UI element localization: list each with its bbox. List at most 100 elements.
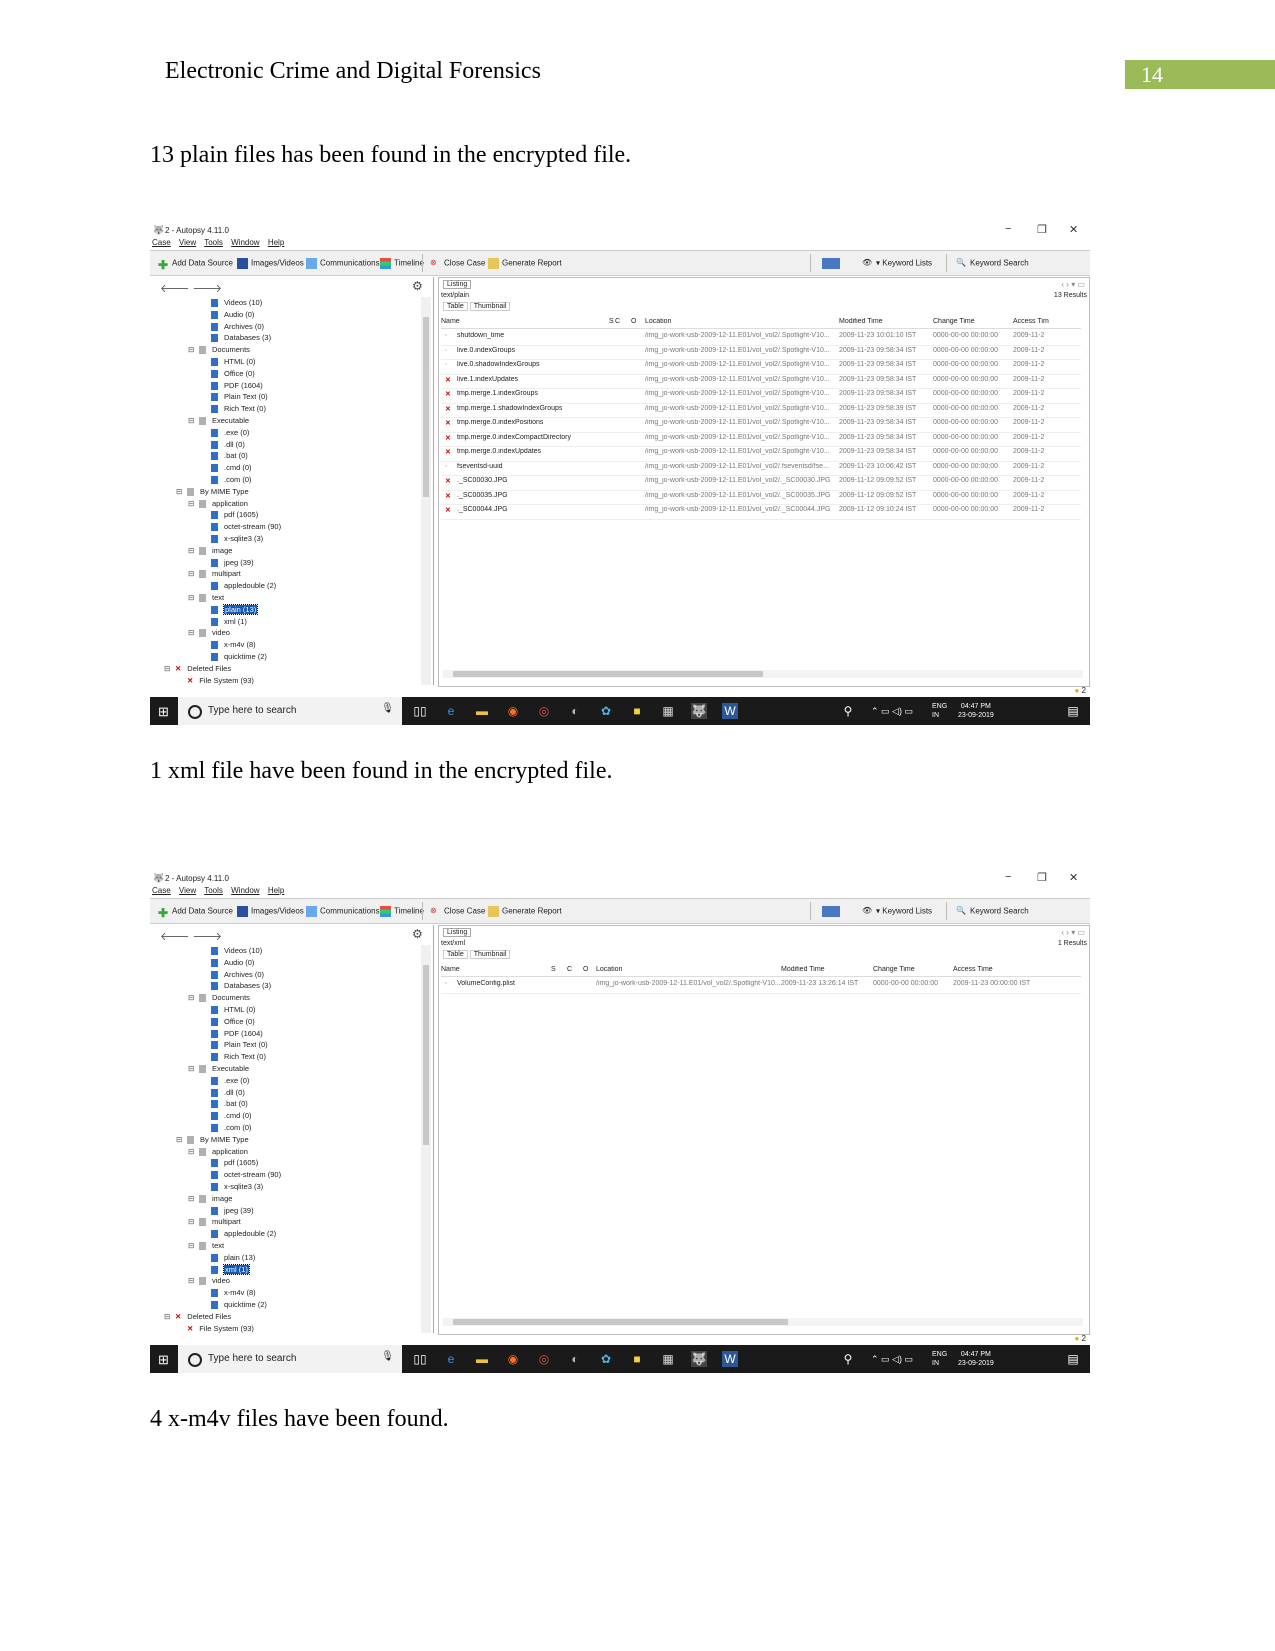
- column-header[interactable]: Name: [441, 318, 460, 325]
- panel-controls-icon[interactable]: ‹ › ▾ ▭: [1061, 928, 1085, 937]
- keyword-lists-button[interactable]: 👁 ▾ Keyword Lists: [862, 258, 932, 269]
- firefox-icon[interactable]: ◉: [505, 703, 521, 719]
- word-icon[interactable]: W: [722, 703, 738, 719]
- tree-node[interactable]: pdf (1605): [200, 509, 258, 521]
- tree-node[interactable]: ⊟ multipart: [188, 1216, 241, 1228]
- system-tray-icons[interactable]: ⌃ ▭ ◁) ▭: [868, 703, 916, 719]
- tree-node[interactable]: plain (13): [200, 603, 259, 616]
- column-header[interactable]: Location: [596, 966, 622, 973]
- tree-node[interactable]: Archives (0): [200, 969, 264, 981]
- close-icon[interactable]: ✕: [1069, 871, 1078, 884]
- keyword-search-button[interactable]: 🔍 Keyword Search: [956, 906, 1029, 917]
- tree-node[interactable]: ⊟ multipart: [188, 568, 241, 580]
- table-row[interactable]: ▫ live.0.indexGroups/img_jo-work-usb-2009…: [441, 345, 1081, 360]
- tree-scrollbar-thumb[interactable]: [423, 317, 429, 497]
- table-row[interactable]: ▫ fseventsd-uuid/img_jo-work-usb-2009-12-…: [441, 461, 1081, 476]
- back-forward-icons[interactable]: 🡐 🡒: [160, 281, 222, 295]
- menu-help[interactable]: Help: [268, 886, 284, 895]
- tree-scrollbar-thumb[interactable]: [423, 965, 429, 1145]
- collapse-icon[interactable]: ⊟: [188, 1146, 196, 1158]
- keyword-search-button[interactable]: 🔍 Keyword Search: [956, 258, 1029, 269]
- column-header[interactable]: Change Time: [873, 966, 915, 973]
- action-center-icon[interactable]: ▤: [1065, 703, 1081, 719]
- collapse-icon[interactable]: ⊟: [188, 1063, 196, 1075]
- table-row[interactable]: ✕ live.1.indexUpdates/img_jo-work-usb-200…: [441, 374, 1081, 389]
- tree-node[interactable]: Rich Text (0): [200, 403, 266, 415]
- microphone-icon[interactable]: 🎙: [381, 703, 394, 714]
- edge-icon[interactable]: e: [443, 1351, 459, 1367]
- timeline-button[interactable]: Timeline: [380, 906, 424, 917]
- column-header[interactable]: Access Time: [953, 966, 993, 973]
- word-icon[interactable]: W: [722, 1351, 738, 1367]
- collapse-icon[interactable]: ⊟: [176, 486, 184, 498]
- table-row[interactable]: ✕ tmp.merge.0.indexUpdates/img_jo-work-us…: [441, 446, 1081, 462]
- tree-node[interactable]: .cmd (0): [200, 1110, 252, 1122]
- table-row[interactable]: ✕ tmp.merge.0.indexCompactDirectory/img_j…: [441, 432, 1081, 447]
- tree-node[interactable]: PDF (1604): [200, 380, 263, 392]
- tree-node[interactable]: quicktime (2): [200, 651, 267, 663]
- tree-node[interactable]: Rich Text (0): [200, 1051, 266, 1063]
- chrome-icon[interactable]: ◎: [536, 703, 552, 719]
- add-data-source-button[interactable]: ✚ Add Data Source: [158, 906, 233, 920]
- column-header[interactable]: C: [567, 966, 572, 973]
- collapse-icon[interactable]: ⊟: [188, 1193, 196, 1205]
- close-case-button[interactable]: ⊗ Close Case: [430, 906, 485, 917]
- table-row[interactable]: ✕ ._SC00044.JPG/img_jo-work-usb-2009-12-1…: [441, 504, 1081, 520]
- tree-node[interactable]: Databases (3): [200, 332, 271, 344]
- tree-node[interactable]: plain (13): [200, 1252, 255, 1264]
- column-header[interactable]: Name: [441, 966, 460, 973]
- tab-listing[interactable]: Listing: [443, 928, 472, 937]
- calculator-icon[interactable]: ▦: [660, 703, 676, 719]
- column-header[interactable]: Modified Time: [781, 966, 825, 973]
- mail-icon[interactable]: [822, 258, 843, 269]
- tree-node[interactable]: ⊟ image: [188, 545, 232, 557]
- menu-window[interactable]: Window: [231, 238, 259, 247]
- tree-node[interactable]: .dll (0): [200, 439, 245, 451]
- tree-node[interactable]: Audio (0): [200, 957, 254, 969]
- system-tray-icons[interactable]: ⌃ ▭ ◁) ▭: [868, 1351, 916, 1367]
- table-row[interactable]: ✕ ._SC00035.JPG/img_jo-work-usb-2009-12-1…: [441, 490, 1081, 505]
- menu-case[interactable]: Case: [152, 238, 171, 247]
- autopsy-taskbar-icon[interactable]: 🐺: [691, 703, 707, 719]
- menu-view[interactable]: View: [179, 886, 196, 895]
- column-header[interactable]: C: [615, 318, 620, 325]
- close-case-button[interactable]: ⊗ Close Case: [430, 258, 485, 269]
- tree-node[interactable]: ⊟ application: [188, 1146, 248, 1158]
- table-hscrollbar[interactable]: [443, 1318, 1083, 1326]
- tab-thumbnail[interactable]: Thumbnail: [469, 950, 511, 959]
- tree-node[interactable]: jpeg (39): [200, 1205, 254, 1217]
- tab-table[interactable]: Table: [443, 302, 468, 311]
- tree-node[interactable]: Plain Text (0): [200, 391, 268, 403]
- tree-node[interactable]: jpeg (39): [200, 557, 254, 569]
- hscrollbar-thumb[interactable]: [453, 671, 763, 677]
- collapse-icon[interactable]: ⊟: [188, 1240, 196, 1252]
- tree-node[interactable]: ⊟ application: [188, 498, 248, 510]
- collapse-icon[interactable]: ⊟: [188, 1216, 196, 1228]
- collapse-icon[interactable]: ⊟: [188, 592, 196, 604]
- images-videos-button[interactable]: Images/Videos: [237, 906, 304, 917]
- tree-node[interactable]: Videos (10): [200, 297, 262, 309]
- column-header[interactable]: Location: [645, 318, 671, 325]
- hscrollbar-thumb[interactable]: [453, 1319, 788, 1325]
- sticky-notes-icon[interactable]: ■: [629, 1351, 645, 1367]
- tree-node[interactable]: ⊟ ✕ Deleted Files: [164, 663, 231, 675]
- tree-node[interactable]: Audio (0): [200, 309, 254, 321]
- close-icon[interactable]: ✕: [1069, 223, 1078, 236]
- status-badge[interactable]: ● 2: [1074, 686, 1086, 695]
- minimize-icon[interactable]: −: [1005, 871, 1011, 883]
- tree-node[interactable]: PDF (1604): [200, 1028, 263, 1040]
- tree-node[interactable]: ⊟ text: [188, 592, 224, 604]
- edge-icon[interactable]: e: [443, 703, 459, 719]
- firefox-icon[interactable]: ◉: [505, 1351, 521, 1367]
- language-indicator[interactable]: ENG IN: [932, 702, 947, 720]
- tree-node[interactable]: ⊟ video: [188, 627, 230, 639]
- tree-node[interactable]: ✕ File System (93): [176, 1323, 254, 1333]
- tree-node[interactable]: x-sqlite3 (3): [200, 1181, 263, 1193]
- tree-node[interactable]: ✕ File System (93): [176, 675, 254, 685]
- table-hscrollbar[interactable]: [443, 670, 1083, 678]
- clock[interactable]: 04:47 PM 23-09-2019: [958, 702, 994, 720]
- table-row[interactable]: ▫ shutdown_time/img_jo-work-usb-2009-12-1…: [441, 330, 1081, 346]
- tree-node[interactable]: .com (0): [200, 474, 252, 486]
- sticky-notes-icon[interactable]: ■: [629, 703, 645, 719]
- chrome-icon[interactable]: ◎: [536, 1351, 552, 1367]
